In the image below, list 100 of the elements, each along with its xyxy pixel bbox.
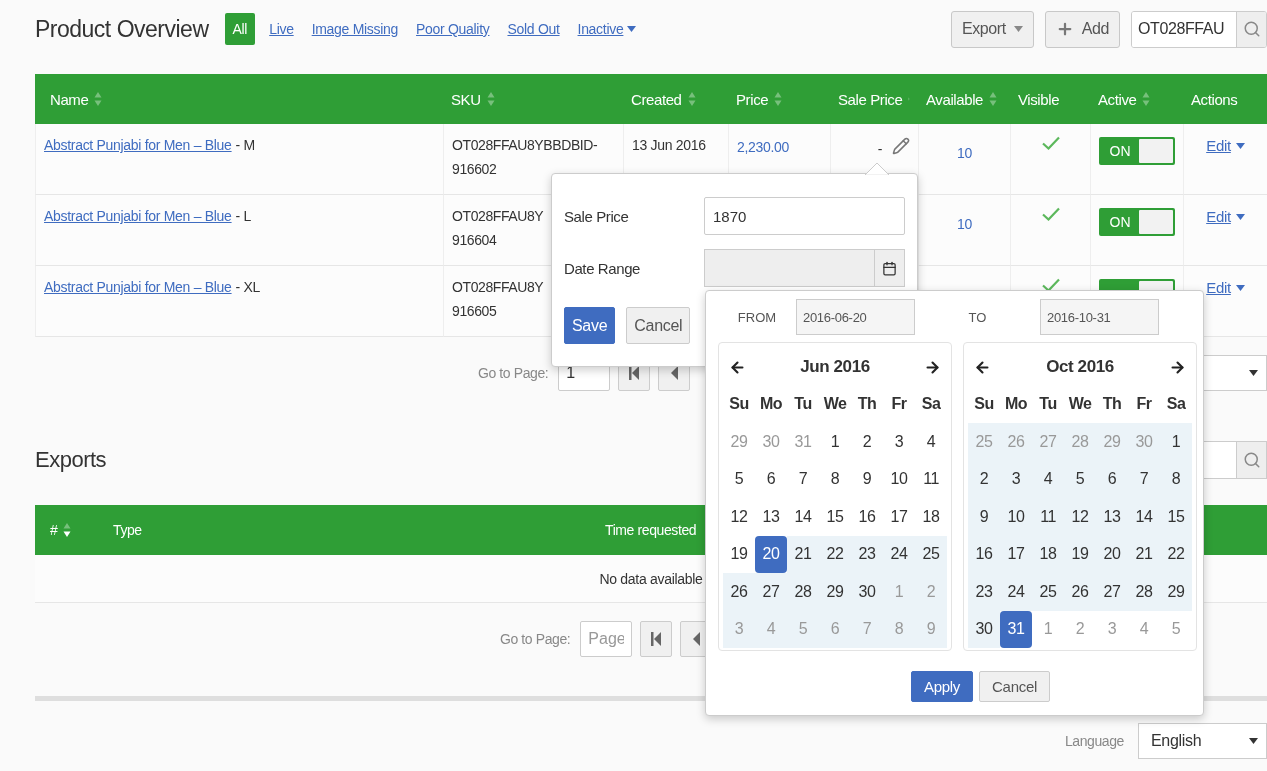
calendar-day[interactable]: 3 <box>1000 460 1032 498</box>
calendar-day[interactable]: 1 <box>819 423 851 461</box>
sort-icon[interactable] <box>94 91 103 107</box>
edit-link[interactable]: Edit <box>1206 208 1245 225</box>
save-button[interactable]: Save <box>564 307 616 344</box>
export-button[interactable]: Export <box>950 10 1034 48</box>
previous-month-icon[interactable] <box>974 358 991 376</box>
from-date-field[interactable]: 2016-06-20 <box>796 299 915 335</box>
calendar-day[interactable]: 25 <box>915 535 947 573</box>
page-input[interactable]: Page <box>580 621 633 657</box>
calendar-day[interactable]: 3 <box>883 423 915 461</box>
search-field[interactable]: OT028FFAU <box>1131 10 1267 48</box>
calendar-day[interactable]: 6 <box>755 460 787 498</box>
sort-icon[interactable] <box>1142 91 1151 107</box>
calendar-day[interactable]: 24 <box>883 535 915 573</box>
edit-link[interactable]: Edit <box>1206 279 1245 296</box>
calendar-day[interactable]: 4 <box>915 423 947 461</box>
search-icon[interactable] <box>1242 20 1261 38</box>
calendar-day[interactable]: 11 <box>915 460 947 498</box>
filter-tab[interactable]: Poor Quality <box>412 13 494 45</box>
calendar-day[interactable]: 28 <box>787 573 819 611</box>
calendar-day[interactable]: 2 <box>968 460 1000 498</box>
calendar-day[interactable]: 7 <box>1128 460 1160 498</box>
add-button[interactable]: Add <box>1044 10 1120 48</box>
calendar-day[interactable]: 8 <box>819 460 851 498</box>
calendar-day[interactable]: 13 <box>1096 498 1128 536</box>
calendar-day[interactable]: 16 <box>968 535 1000 573</box>
calendar-day[interactable]: 28 <box>1128 573 1160 611</box>
filter-tab[interactable]: Live <box>265 13 298 45</box>
first-page-button[interactable] <box>640 621 673 657</box>
calendar-day[interactable]: 13 <box>755 498 787 536</box>
calendar-day[interactable]: 11 <box>1032 498 1064 536</box>
calendar-day[interactable]: 27 <box>1096 573 1128 611</box>
calendar-day[interactable]: 16 <box>851 498 883 536</box>
product-link[interactable]: Abstract Punjabi for Men – Blue <box>44 279 232 295</box>
calendar-day[interactable]: 20 <box>755 535 787 573</box>
calendar-day[interactable]: 22 <box>819 535 851 573</box>
language-select[interactable]: English <box>1138 723 1267 759</box>
calendar-day[interactable]: 23 <box>968 573 1000 611</box>
calendar-day[interactable]: 22 <box>1160 535 1192 573</box>
calendar-day[interactable]: 21 <box>787 535 819 573</box>
calendar-day[interactable]: 15 <box>819 498 851 536</box>
calendar-day[interactable]: 26 <box>1064 573 1096 611</box>
sort-icon[interactable] <box>486 91 495 107</box>
to-date-field[interactable]: 2016-10-31 <box>1040 299 1159 335</box>
pencil-icon[interactable] <box>892 137 910 155</box>
sale-price-input[interactable]: 1870 <box>704 197 905 235</box>
calendar-day[interactable]: 29 <box>819 573 851 611</box>
calendar-day[interactable]: 12 <box>1064 498 1096 536</box>
calendar-day[interactable]: 18 <box>1032 535 1064 573</box>
previous-month-icon[interactable] <box>729 358 746 376</box>
apply-button[interactable]: Apply <box>911 671 974 702</box>
sort-icon[interactable] <box>63 522 72 538</box>
calendar-day[interactable]: 19 <box>1064 535 1096 573</box>
calendar-day[interactable]: 21 <box>1128 535 1160 573</box>
edit-link[interactable]: Edit <box>1206 137 1245 154</box>
product-link[interactable]: Abstract Punjabi for Men – Blue <box>44 208 232 224</box>
calendar-day[interactable]: 7 <box>787 460 819 498</box>
filter-tab[interactable]: Sold Out <box>503 13 564 45</box>
calendar-day[interactable]: 18 <box>915 498 947 536</box>
product-link[interactable]: Abstract Punjabi for Men – Blue <box>44 137 232 153</box>
calendar-day[interactable]: 12 <box>723 498 755 536</box>
cancel-button[interactable]: Cancel <box>626 307 691 344</box>
calendar-day[interactable]: 24 <box>1000 573 1032 611</box>
calendar-day[interactable]: 30 <box>851 573 883 611</box>
calendar-day[interactable]: 9 <box>851 460 883 498</box>
sort-icon[interactable] <box>989 91 997 107</box>
calendar-day[interactable]: 2 <box>851 423 883 461</box>
calendar-day[interactable]: 15 <box>1160 498 1192 536</box>
calendar-day[interactable]: 25 <box>1032 573 1064 611</box>
calendar-icon[interactable] <box>882 260 897 276</box>
sort-icon[interactable] <box>687 91 696 107</box>
calendar-day[interactable]: 4 <box>1032 460 1064 498</box>
calendar-day[interactable]: 10 <box>1000 498 1032 536</box>
calendar-day[interactable]: 17 <box>1000 535 1032 573</box>
search-icon[interactable] <box>1242 451 1261 469</box>
calendar-day[interactable]: 8 <box>1160 460 1192 498</box>
calendar-day[interactable]: 20 <box>1096 535 1128 573</box>
cancel-button[interactable]: Cancel <box>979 671 1050 702</box>
filter-tab[interactable]: Image Missing <box>307 13 403 45</box>
calendar-day[interactable]: 29 <box>1160 573 1192 611</box>
calendar-day[interactable]: 9 <box>968 498 1000 536</box>
sort-icon[interactable] <box>774 91 783 107</box>
calendar-day[interactable]: 27 <box>755 573 787 611</box>
calendar-day[interactable]: 14 <box>787 498 819 536</box>
date-range-field[interactable] <box>704 249 905 287</box>
calendar-day[interactable]: 5 <box>723 460 755 498</box>
next-month-icon[interactable] <box>1169 358 1186 376</box>
calendar-day[interactable]: 6 <box>1096 460 1128 498</box>
calendar-day[interactable]: 26 <box>723 573 755 611</box>
calendar-day[interactable]: 23 <box>851 535 883 573</box>
calendar-day[interactable]: 19 <box>723 535 755 573</box>
calendar-day[interactable]: 30 <box>968 610 1000 648</box>
calendar-day[interactable]: 10 <box>883 460 915 498</box>
calendar-day[interactable]: 17 <box>883 498 915 536</box>
calendar-day[interactable]: 14 <box>1128 498 1160 536</box>
calendar-day[interactable]: 31 <box>1000 610 1032 648</box>
calendar-day[interactable]: 1 <box>1160 423 1192 461</box>
calendar-day[interactable]: 5 <box>1064 460 1096 498</box>
next-month-icon[interactable] <box>924 358 941 376</box>
